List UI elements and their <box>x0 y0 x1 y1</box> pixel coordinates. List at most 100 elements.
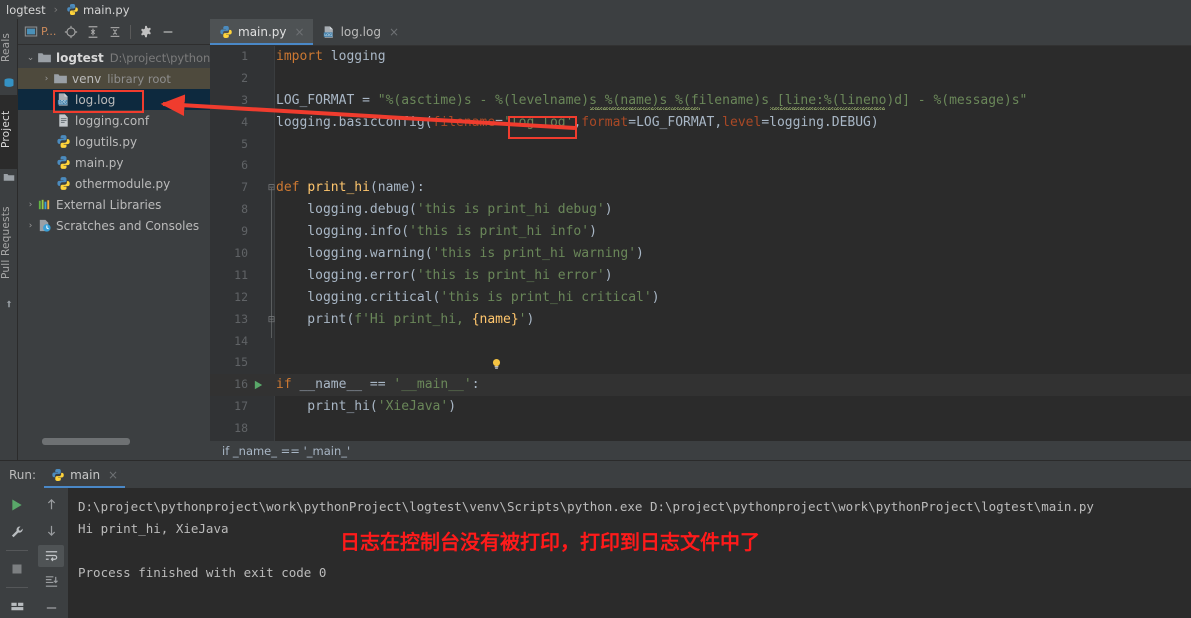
chevron-right-icon[interactable]: › <box>24 200 37 210</box>
python-file-icon <box>56 176 71 191</box>
tree-item-logging-conf[interactable]: logging.conf <box>18 110 210 131</box>
close-icon[interactable]: × <box>295 25 305 39</box>
run-tab-main-label: main <box>70 468 100 482</box>
editor-tab-log-log[interactable]: LOG log.log × <box>313 19 407 45</box>
code-line[interactable]: 2 <box>210 68 1191 90</box>
tree-item-othermodule-py[interactable]: othermodule.py <box>18 173 210 194</box>
line-number: 15 <box>210 352 248 374</box>
code-line[interactable]: 3LOG_FORMAT = "%(asctime)s - %(levelname… <box>210 90 1191 112</box>
tree-item-external-libraries-label: External Libraries <box>56 198 161 212</box>
collapse-all-icon[interactable] <box>105 22 125 42</box>
settings-wrench-icon[interactable] <box>4 520 30 544</box>
database-icon <box>3 77 15 89</box>
line-content: logging.basicConfig(filename='log.log',f… <box>276 112 879 134</box>
code-line[interactable]: 17 print_hi('XieJava') <box>210 396 1191 418</box>
chevron-down-icon[interactable]: ⌄ <box>24 53 37 63</box>
breadcrumb-project[interactable]: logtest <box>6 3 46 17</box>
line-number: 18 <box>210 418 248 440</box>
tool-window-tab-database-label: Reals <box>0 32 12 61</box>
down-arrow-icon[interactable] <box>38 519 64 542</box>
code-line[interactable]: 9 logging.info('this is print_hi info') <box>210 221 1191 243</box>
code-line[interactable]: 8 logging.debug('this is print_hi debug'… <box>210 199 1191 221</box>
minimize-icon[interactable] <box>38 596 64 618</box>
tree-item-venv[interactable]: › venv library root <box>18 68 210 89</box>
python-file-icon <box>51 468 65 482</box>
intention-bulb-icon[interactable] <box>490 356 503 370</box>
fold-end-marker-icon[interactable]: ⊟ <box>267 309 276 331</box>
line-content: def print_hi(name): <box>276 177 425 199</box>
tool-window-tab-database[interactable]: Reals <box>0 19 18 75</box>
left-tool-window-strip: Reals Project Pull Requests <box>0 19 18 460</box>
code-lines: 1import logging 2 3LOG_FORMAT = "%(ascti… <box>210 46 1191 440</box>
code-line[interactable]: 15 <box>210 352 1191 374</box>
log-file-icon: LOG <box>322 25 336 39</box>
svg-text:LOG: LOG <box>324 33 332 37</box>
close-icon[interactable]: × <box>389 25 399 39</box>
code-line[interactable]: 16 if __name__ == '__main__': <box>210 374 1191 396</box>
tree-item-scratches-and-consoles-label: Scratches and Consoles <box>56 219 199 233</box>
code-line[interactable]: 4 logging.basicConfig(filename='log.log',… <box>210 112 1191 134</box>
project-view-selector[interactable]: P... <box>21 22 59 42</box>
line-number: 4 <box>210 112 248 134</box>
up-arrow-icon[interactable] <box>38 493 64 516</box>
tree-item-logutils-py[interactable]: logutils.py <box>18 131 210 152</box>
code-line[interactable]: 13⊟ print(f'Hi print_hi, {name}') <box>210 309 1191 331</box>
editor-tab-main-py-label: main.py <box>238 25 287 39</box>
inspection-squiggle <box>770 107 885 110</box>
editor-tab-main-py[interactable]: main.py × <box>210 19 313 45</box>
breadcrumb-file[interactable]: main.py <box>83 3 130 17</box>
tree-item-logtest[interactable]: ⌄ logtest D:\project\pythonp <box>18 47 210 68</box>
stop-icon[interactable] <box>4 557 30 581</box>
line-content: if __name__ == '__main__': <box>276 374 480 396</box>
rerun-play-icon[interactable] <box>4 493 30 517</box>
annotation-chinese-note: 日志在控制台没有被打印，打印到日志文件中了 <box>340 526 760 555</box>
editor-tab-bar: main.py × LOG log.log × <box>210 19 1191 46</box>
tree-item-logtest-label: logtest <box>56 51 104 65</box>
line-number: 17 <box>210 396 248 418</box>
line-number: 9 <box>210 221 248 243</box>
settings-gear-icon[interactable] <box>136 22 156 42</box>
tree-item-scratches-and-consoles[interactable]: › Scratches and Consoles <box>18 215 210 236</box>
soft-wrap-icon[interactable] <box>38 545 64 568</box>
code-line[interactable]: 5 <box>210 134 1191 156</box>
toolbar-separator <box>6 587 28 588</box>
tree-item-logging-conf-label: logging.conf <box>75 114 149 128</box>
code-line[interactable]: 11 logging.error('this is print_hi error… <box>210 265 1191 287</box>
line-content: print(f'Hi print_hi, {name}') <box>276 309 534 331</box>
project-tree[interactable]: ⌄ logtest D:\project\pythonp › venv libr… <box>18 45 210 449</box>
console-line: Process finished with exit code 0 <box>78 562 1191 584</box>
fold-marker-icon[interactable]: ⊟ <box>267 177 276 199</box>
chevron-right-icon[interactable]: › <box>24 221 37 231</box>
tool-window-tab-project[interactable]: Project <box>0 95 18 169</box>
layout-icon[interactable] <box>4 594 30 618</box>
code-line[interactable]: 14 <box>210 331 1191 353</box>
hide-icon[interactable] <box>158 22 178 42</box>
console-line: D:\project\pythonproject\work\pythonProj… <box>78 496 1191 518</box>
run-tab-main[interactable]: main × <box>44 461 125 488</box>
code-line[interactable]: 7⊟def print_hi(name): <box>210 177 1191 199</box>
editor-breadcrumb-label[interactable]: if _name_ == '_main_' <box>222 444 350 458</box>
tree-item-external-libraries[interactable]: › External Libraries <box>18 194 210 215</box>
code-line[interactable]: 1import logging <box>210 46 1191 68</box>
expand-all-icon[interactable] <box>83 22 103 42</box>
run-gutter-icon[interactable] <box>252 374 264 396</box>
tool-window-tab-pull-requests-label: Pull Requests <box>0 207 12 280</box>
line-content: print_hi('XieJava') <box>276 396 456 418</box>
tool-window-tab-pull-requests[interactable]: Pull Requests <box>0 189 18 297</box>
code-line[interactable]: 6 <box>210 155 1191 177</box>
line-content: logging.debug('this is print_hi debug') <box>276 199 613 221</box>
code-line[interactable]: 12 logging.critical('this is print_hi cr… <box>210 287 1191 309</box>
run-tool-window-header: Run: main × <box>0 461 1191 488</box>
sidebar-horizontal-scrollbar[interactable] <box>42 438 130 445</box>
code-line[interactable]: 10 logging.warning('this is print_hi war… <box>210 243 1191 265</box>
tree-item-log-log[interactable]: LOG log.log <box>18 89 210 110</box>
line-number: 6 <box>210 155 248 177</box>
close-icon[interactable]: × <box>108 468 118 482</box>
select-opened-file-icon[interactable] <box>61 22 81 42</box>
code-line[interactable]: 18 <box>210 418 1191 440</box>
scroll-to-end-icon[interactable] <box>38 570 64 593</box>
tree-item-main-py[interactable]: main.py <box>18 152 210 173</box>
chevron-right-icon[interactable]: › <box>40 74 53 84</box>
line-content: logging.critical('this is print_hi criti… <box>276 287 660 309</box>
code-editor[interactable]: 1import logging 2 3LOG_FORMAT = "%(ascti… <box>210 46 1191 460</box>
